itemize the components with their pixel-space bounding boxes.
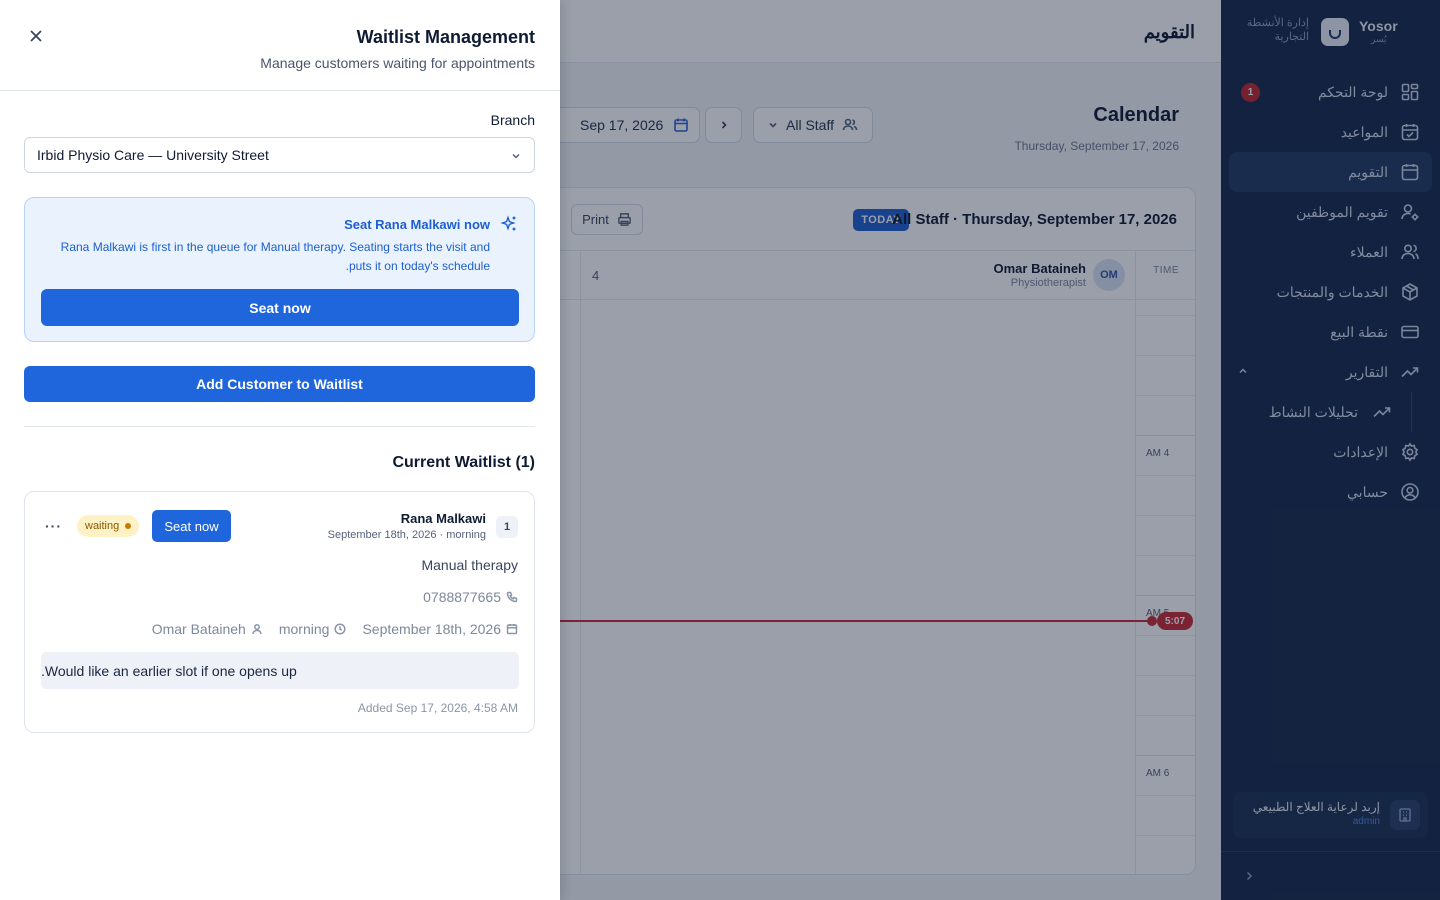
drawer-header: Waitlist Management Manage customers wai… xyxy=(0,0,560,91)
close-button[interactable] xyxy=(26,26,46,46)
close-icon xyxy=(30,30,42,42)
phone-row: 0788877665 xyxy=(423,589,518,605)
branch-select[interactable]: Irbid Physio Care — University Street xyxy=(24,137,535,173)
branch-value: Irbid Physio Care — University Street xyxy=(37,147,269,163)
status-label: waiting xyxy=(85,520,120,532)
preferred-staff-name: Omar Bataineh xyxy=(151,621,246,637)
user-icon xyxy=(252,624,262,635)
branch-label: Branch xyxy=(490,112,535,128)
seat-suggestion-card: Seat Rana Malkawi now Rana Malkawi is fi… xyxy=(24,197,535,342)
divider xyxy=(24,426,535,427)
queue-position-badge: 1 xyxy=(496,516,518,538)
preferred-date: September 18th, 2026 xyxy=(362,621,518,637)
seat-now-button[interactable]: Seat now xyxy=(41,289,519,326)
service-name: Manual therapy xyxy=(421,557,518,573)
status-dot-icon xyxy=(125,523,132,529)
suggestion-text: Rana Malkawi is first in the queue for M… xyxy=(60,240,490,273)
chevron-down-icon xyxy=(512,153,520,159)
drawer-title: Waitlist Management xyxy=(356,27,535,47)
preferred-period-label: morning xyxy=(278,621,330,637)
clock-icon xyxy=(334,623,347,635)
add-customer-to-waitlist-button[interactable]: Add Customer to Waitlist xyxy=(24,366,535,402)
phone-icon xyxy=(506,591,518,603)
waitlist-section-title: Current Waitlist (1) xyxy=(392,454,535,471)
preferred-date-label: September 18th, 2026 xyxy=(362,621,501,637)
entry-seat-now-button[interactable]: Seat now xyxy=(152,510,231,542)
waitlist-entry-card: 1 Rana Malkawi September 18th, 2026 · mo… xyxy=(24,491,535,733)
more-options-button[interactable]: ··· xyxy=(45,518,62,534)
suggestion-title: Seat Rana Malkawi now xyxy=(344,217,490,232)
status-badge: waiting xyxy=(77,515,140,537)
drawer-subtitle: Manage customers waiting for appointment… xyxy=(260,55,535,71)
waitlist-drawer: Waitlist Management Manage customers wai… xyxy=(0,0,560,900)
requested-time: September 18th, 2026 · morning xyxy=(327,529,486,541)
phone-number: 0788877665 xyxy=(423,589,501,605)
preferred-period: morning xyxy=(279,621,347,637)
customer-name: Rana Malkawi xyxy=(400,511,486,526)
entry-note: Would like an earlier slot if one opens … xyxy=(41,652,519,689)
entry-details: Omar Bataineh morning September 18th, 20… xyxy=(152,621,518,637)
sparkles-icon xyxy=(500,215,516,231)
preferred-staff: Omar Bataineh xyxy=(152,621,263,637)
calendar-icon xyxy=(506,624,518,635)
added-timestamp: Added Sep 17, 2026, 4:58 AM xyxy=(357,701,518,715)
